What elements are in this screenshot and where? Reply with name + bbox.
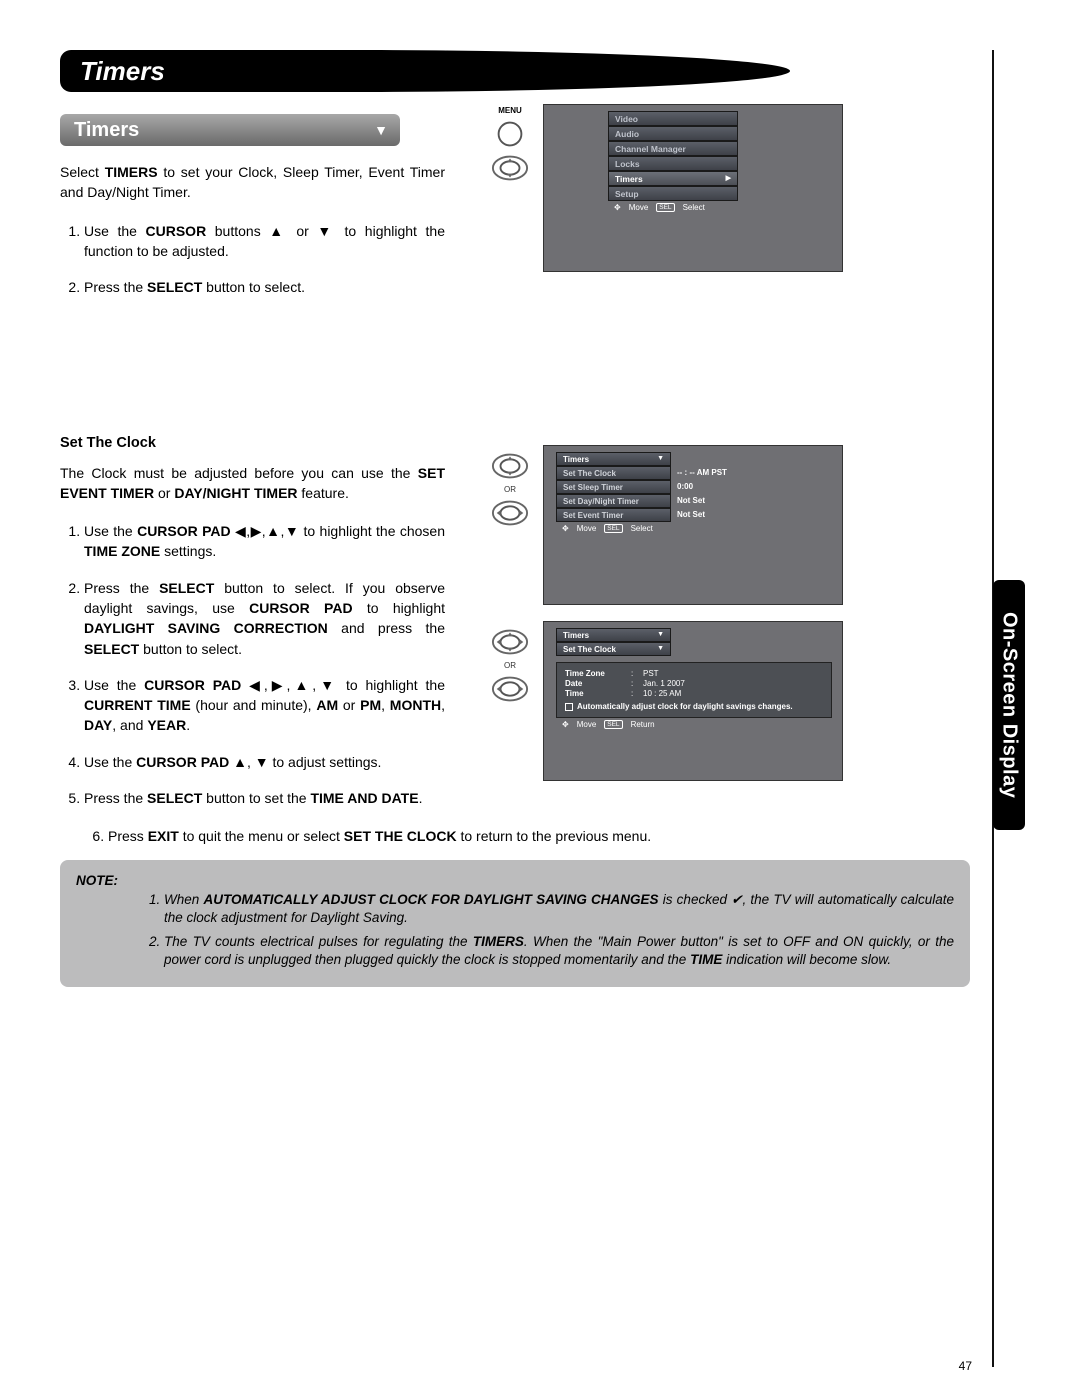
note-label: NOTE:	[76, 873, 118, 888]
right-column: MENU Video Audio Channel Manager Locks	[473, 92, 970, 272]
remote-icons: OR	[483, 627, 537, 704]
osd-title: Timers▼	[556, 452, 671, 466]
osd-menu-item: Locks	[608, 156, 738, 171]
cursor-pad-icon	[491, 153, 529, 183]
section-heading: Timers ▼	[60, 114, 400, 146]
cursor-pad-icon	[491, 674, 529, 704]
page-title-banner: Timers	[60, 50, 790, 92]
manual-page: On-Screen Display Timers Timers ▼ Select…	[0, 0, 1080, 1397]
note-list: When AUTOMATICALLY ADJUST CLOCK FOR DAYL…	[76, 891, 954, 970]
osd-title: Timers▼	[556, 628, 671, 642]
step-item: Use the CURSOR PAD ◀,▶,▲,▼ to highlight …	[84, 521, 445, 562]
osd-row-label: Set Day/Night Timer	[556, 494, 671, 508]
osd-row-value: Not Set	[671, 494, 832, 508]
step-item: Press the SELECT button to select. If yo…	[84, 578, 445, 659]
chevron-down-icon: ▼	[657, 645, 664, 654]
section-tab-label: On-Screen Display	[998, 612, 1021, 798]
section-heading-label: Timers	[74, 116, 139, 145]
sel-badge: SEL	[656, 203, 674, 212]
checkbox-icon	[565, 703, 573, 711]
osd-info-panel: Time Zone:PST Date:Jan. 1 2007 Time:10 :…	[556, 662, 832, 718]
cursor-pad-icon	[491, 498, 529, 528]
osd-subtitle: Set The Clock▼	[556, 642, 671, 656]
or-label: OR	[504, 485, 516, 494]
osd-menu-item: Setup	[608, 186, 738, 201]
osd-row-label: Set The Clock	[556, 466, 671, 480]
move-arrows-icon: ✥	[614, 203, 621, 212]
osd-hint: ✥Move SELSelect	[608, 201, 738, 214]
osd-menu-item: Audio	[608, 126, 738, 141]
remote-icons: MENU	[483, 106, 537, 183]
tv-illustration-2: OR Timers▼ Set The Clock-- : -- AM PST S…	[543, 445, 970, 605]
sel-badge: SEL	[604, 720, 622, 729]
move-arrows-icon: ✥	[562, 524, 569, 533]
tv-illustration-3: OR Timers▼ Set The Clock▼ Time Zone:PST …	[543, 621, 970, 781]
page-number: 47	[959, 1359, 972, 1373]
note-item: The TV counts electrical pulses for regu…	[164, 933, 954, 969]
osd-hint: ✥Move SELReturn	[556, 718, 832, 731]
step-item: Use the CURSOR PAD ◀,▶,▲,▼ to highlight …	[84, 675, 445, 736]
arrow-right-icon: ▶	[726, 174, 731, 184]
or-label: OR	[504, 661, 516, 670]
left-column-2: Set The Clock The Clock must be adjusted…	[60, 433, 445, 824]
osd-row-value: 0:00	[671, 480, 832, 494]
menu-button-label: MENU	[498, 106, 522, 115]
intro-paragraph: Select TIMERS to set your Clock, Sleep T…	[60, 162, 445, 203]
osd-menu-item: Channel Manager	[608, 141, 738, 156]
osd-row-value: -- : -- AM PST	[671, 466, 832, 480]
cursor-pad-icon	[491, 627, 529, 657]
tv-illustration-1: MENU Video Audio Channel Manager Locks	[543, 104, 970, 272]
chevron-down-icon: ▼	[657, 455, 664, 464]
tv-screen: Timers▼ Set The Clock-- : -- AM PST Set …	[543, 445, 843, 605]
left-column: Timers ▼ Select TIMERS to set your Clock…	[60, 92, 445, 313]
osd-menu-item: Video	[608, 111, 738, 126]
note-box: NOTE: When AUTOMATICALLY ADJUST CLOCK FO…	[60, 860, 970, 987]
osd-menu-item-selected: Timers▶	[608, 171, 738, 186]
cursor-pad-icon	[491, 451, 529, 481]
chevron-down-icon: ▼	[657, 631, 664, 640]
tv-screen: Video Audio Channel Manager Locks Timers…	[543, 104, 843, 272]
note-item: When AUTOMATICALLY ADJUST CLOCK FOR DAYL…	[164, 891, 954, 927]
menu-button-icon	[491, 119, 529, 149]
step-item: Use the CURSOR buttons ▲ or ▼ to highlig…	[84, 221, 445, 262]
clock-intro: The Clock must be adjusted before you ca…	[60, 463, 445, 504]
chevron-down-icon: ▼	[374, 120, 388, 140]
step-6-full: Press EXIT to quit the menu or select SE…	[60, 828, 970, 844]
move-arrows-icon: ✥	[562, 720, 569, 729]
page-title: Timers	[80, 56, 165, 87]
step-item: Press the SELECT button to select.	[84, 277, 445, 297]
osd-hint: ✥Move SELSelect	[556, 522, 832, 535]
section-tab: On-Screen Display	[993, 580, 1025, 830]
remote-icons: OR	[483, 451, 537, 528]
subsection-heading: Set The Clock	[60, 433, 445, 454]
tv-screen: Timers▼ Set The Clock▼ Time Zone:PST Dat…	[543, 621, 843, 781]
right-column-2: OR Timers▼ Set The Clock-- : -- AM PST S…	[473, 433, 970, 781]
clock-steps: Use the CURSOR PAD ◀,▶,▲,▼ to highlight …	[60, 521, 445, 808]
step-item: Press the SELECT button to set the TIME …	[84, 788, 445, 808]
steps-list: Use the CURSOR buttons ▲ or ▼ to highlig…	[60, 221, 445, 298]
sel-badge: SEL	[604, 524, 622, 533]
osd-row-value: Not Set	[671, 508, 832, 522]
osd-row-label: Set Event Timer	[556, 508, 671, 522]
osd-row-label: Set Sleep Timer	[556, 480, 671, 494]
step-item: Press EXIT to quit the menu or select SE…	[108, 828, 970, 844]
step-item: Use the CURSOR PAD ▲, ▼ to adjust settin…	[84, 752, 445, 772]
